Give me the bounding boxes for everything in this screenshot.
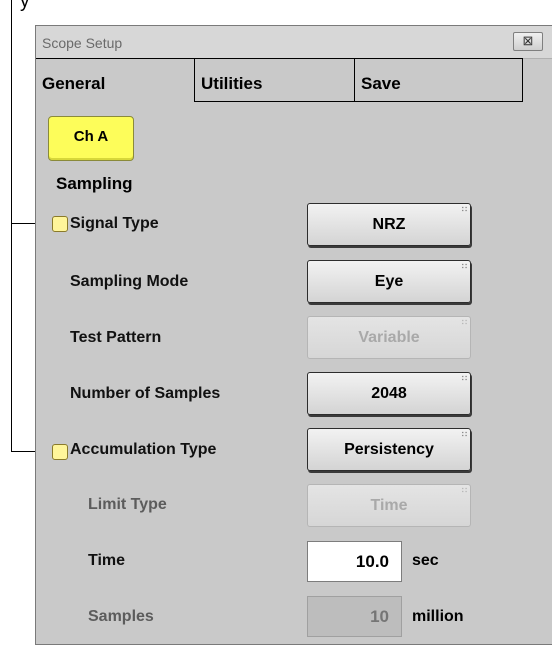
window-title: Scope Setup <box>42 35 123 51</box>
tab-save[interactable]: Save <box>355 58 523 102</box>
number-of-samples-value: 2048 <box>371 385 407 402</box>
number-of-samples-button[interactable]: 2048 ∷ <box>307 372 471 415</box>
test-pattern-value: Variable <box>358 329 420 346</box>
number-of-samples-label: Number of Samples <box>70 385 221 402</box>
accumulation-type-value: Persistency <box>344 441 434 458</box>
close-icon: ⊠ <box>522 33 534 48</box>
signal-type-checkbox[interactable] <box>52 216 68 232</box>
sampling-mode-value: Eye <box>374 273 404 290</box>
tab-bar: General Utilities Save <box>36 58 552 104</box>
sampling-mode-label: Sampling Mode <box>70 273 189 290</box>
tab-utilities[interactable]: Utilities <box>195 58 355 102</box>
samples-unit: million <box>412 608 464 625</box>
test-pattern-button: Variable ∷ <box>307 316 471 359</box>
dropdown-indicator-icon: ∷ <box>461 262 467 271</box>
time-unit: sec <box>412 552 439 569</box>
limit-type-value: Time <box>370 497 408 514</box>
close-button[interactable]: ⊠ <box>513 32 543 51</box>
title-bar: Scope Setup ⊠ <box>36 26 552 59</box>
dropdown-indicator-icon: ∷ <box>461 430 467 439</box>
time-input[interactable]: 10.0 <box>307 541 402 582</box>
tab-general-label: General <box>42 74 106 93</box>
tab-general[interactable]: General <box>36 58 195 102</box>
dropdown-indicator-icon: ∷ <box>461 205 467 214</box>
signal-type-label: Signal Type <box>70 215 159 232</box>
samples-field: 10 <box>307 596 402 637</box>
callout-line-vertical <box>11 0 12 452</box>
dropdown-indicator-icon: ∷ <box>461 318 467 327</box>
limit-type-label: Limit Type <box>88 496 167 513</box>
section-heading: Sampling <box>56 174 133 193</box>
tab-utilities-label: Utilities <box>201 74 263 93</box>
callout-label: y <box>20 0 30 12</box>
channel-a-button[interactable]: Ch A <box>48 116 134 161</box>
samples-label: Samples <box>88 608 154 625</box>
tab-save-label: Save <box>361 74 401 93</box>
accumulation-type-checkbox[interactable] <box>52 444 68 460</box>
limit-type-button: Time ∷ <box>307 484 471 527</box>
signal-type-value: NRZ <box>372 216 406 233</box>
accumulation-type-button[interactable]: Persistency ∷ <box>307 428 471 471</box>
time-label: Time <box>88 552 126 569</box>
dropdown-indicator-icon: ∷ <box>461 374 467 383</box>
accumulation-type-label: Accumulation Type <box>70 441 217 458</box>
dropdown-indicator-icon: ∷ <box>461 486 467 495</box>
signal-type-button[interactable]: NRZ ∷ <box>307 203 471 246</box>
sampling-mode-button[interactable]: Eye ∷ <box>307 260 471 303</box>
test-pattern-label: Test Pattern <box>70 329 162 346</box>
